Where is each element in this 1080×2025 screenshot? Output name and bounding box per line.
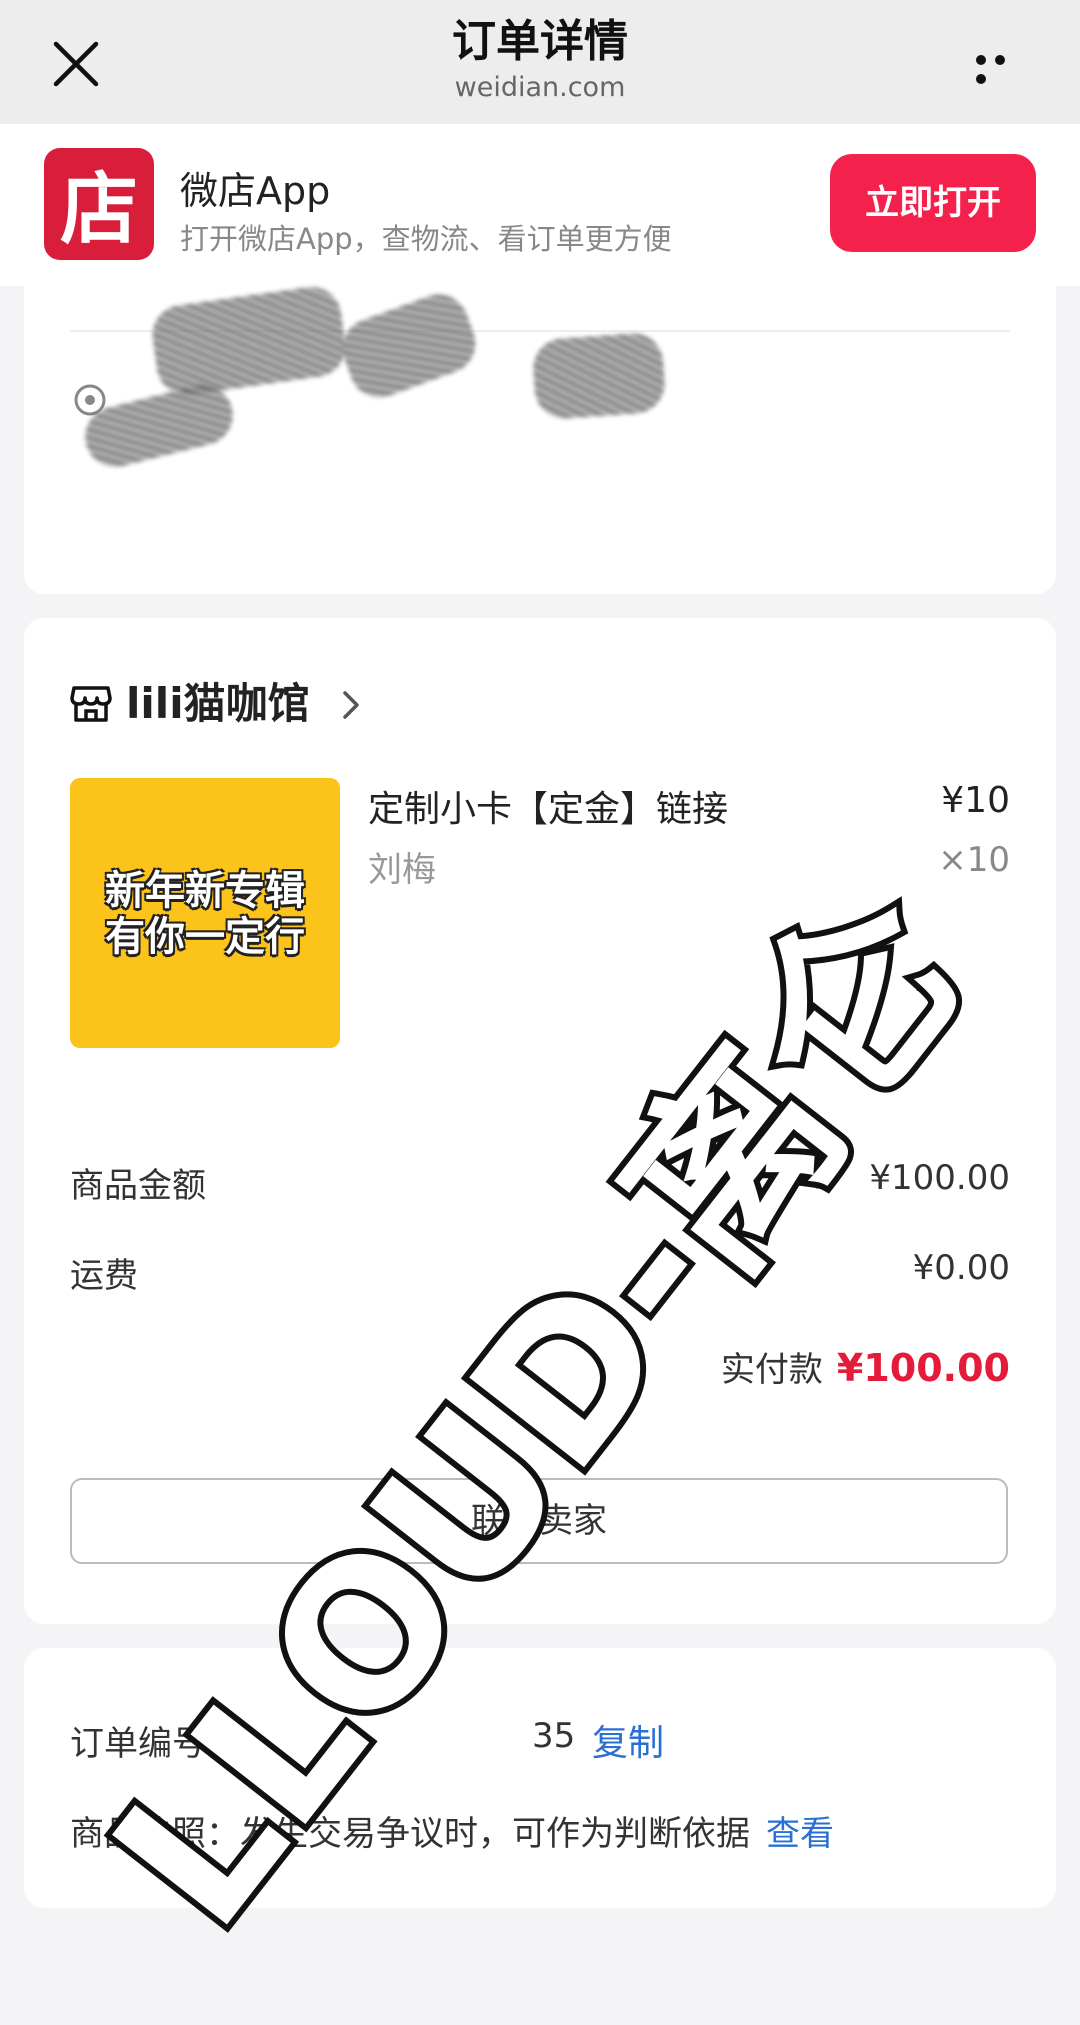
- product-image-text: 有你一定行: [105, 914, 305, 960]
- snapshot-note: 商品快照：发生交易争议时，可作为判断依据 查看: [70, 1806, 834, 1855]
- snapshot-note-text: 商品快照：发生交易争议时，可作为判断依据: [70, 1814, 750, 1854]
- shipping-label: 运费: [70, 1256, 138, 1296]
- redacted-address: [334, 286, 484, 406]
- paid-total: 实付款 ¥100.00: [721, 1342, 1010, 1391]
- copy-order-number-link[interactable]: 复制: [592, 1714, 664, 1766]
- svg-text:店: 店: [60, 165, 138, 255]
- product-title[interactable]: 定制小卡【定金】链接: [368, 780, 728, 832]
- paid-value: ¥100.00: [836, 1346, 1010, 1390]
- weidian-logo: 店: [44, 148, 154, 260]
- order-number-label: 订单编号:: [70, 1724, 218, 1764]
- top-navbar: 订单详情 weidian.com: [0, 0, 1080, 124]
- redacted-address: [531, 331, 667, 421]
- chevron-right-icon: [343, 691, 359, 719]
- product-spec: 刘梅: [368, 850, 436, 890]
- open-app-button[interactable]: 立即打开: [830, 154, 1036, 252]
- app-download-banner: 店 微店App 打开微店App，查物流、看订单更方便 立即打开: [0, 124, 1080, 286]
- order-items-card: lili猫咖馆 新年新专辑 有你一定行 定制小卡【定金】链接 刘梅 ¥10 ×1…: [24, 618, 1056, 1624]
- product-image[interactable]: 新年新专辑 有你一定行: [70, 778, 340, 1048]
- shipping-value: ¥0.00: [912, 1248, 1010, 1288]
- product-price: ¥10: [941, 780, 1010, 821]
- view-snapshot-link[interactable]: 查看: [766, 1814, 834, 1854]
- goods-amount-value: ¥100.00: [869, 1158, 1010, 1198]
- page-title: 订单详情: [452, 16, 628, 67]
- paid-label: 实付款: [720, 1350, 823, 1390]
- order-number-value: 35: [532, 1716, 576, 1756]
- app-description: 打开微店App，查物流、看订单更方便: [180, 222, 672, 256]
- shop-icon: [70, 686, 112, 722]
- more-icon[interactable]: [976, 50, 1032, 84]
- redacted-address: [148, 283, 350, 399]
- page-domain: weidian.com: [454, 72, 626, 103]
- contact-seller-button[interactable]: 联系卖家: [70, 1478, 1008, 1564]
- product-image-text: 新年新专辑: [105, 868, 305, 914]
- shop-name: lili猫咖馆: [126, 679, 310, 728]
- goods-amount-label: 商品金额: [70, 1166, 206, 1206]
- app-name: 微店App: [180, 169, 331, 213]
- address-card[interactable]: [24, 283, 1056, 594]
- order-info-card: 订单编号: 35 复制 商品快照：发生交易争议时，可作为判断依据 查看: [24, 1648, 1056, 1908]
- product-quantity: ×10: [938, 840, 1010, 880]
